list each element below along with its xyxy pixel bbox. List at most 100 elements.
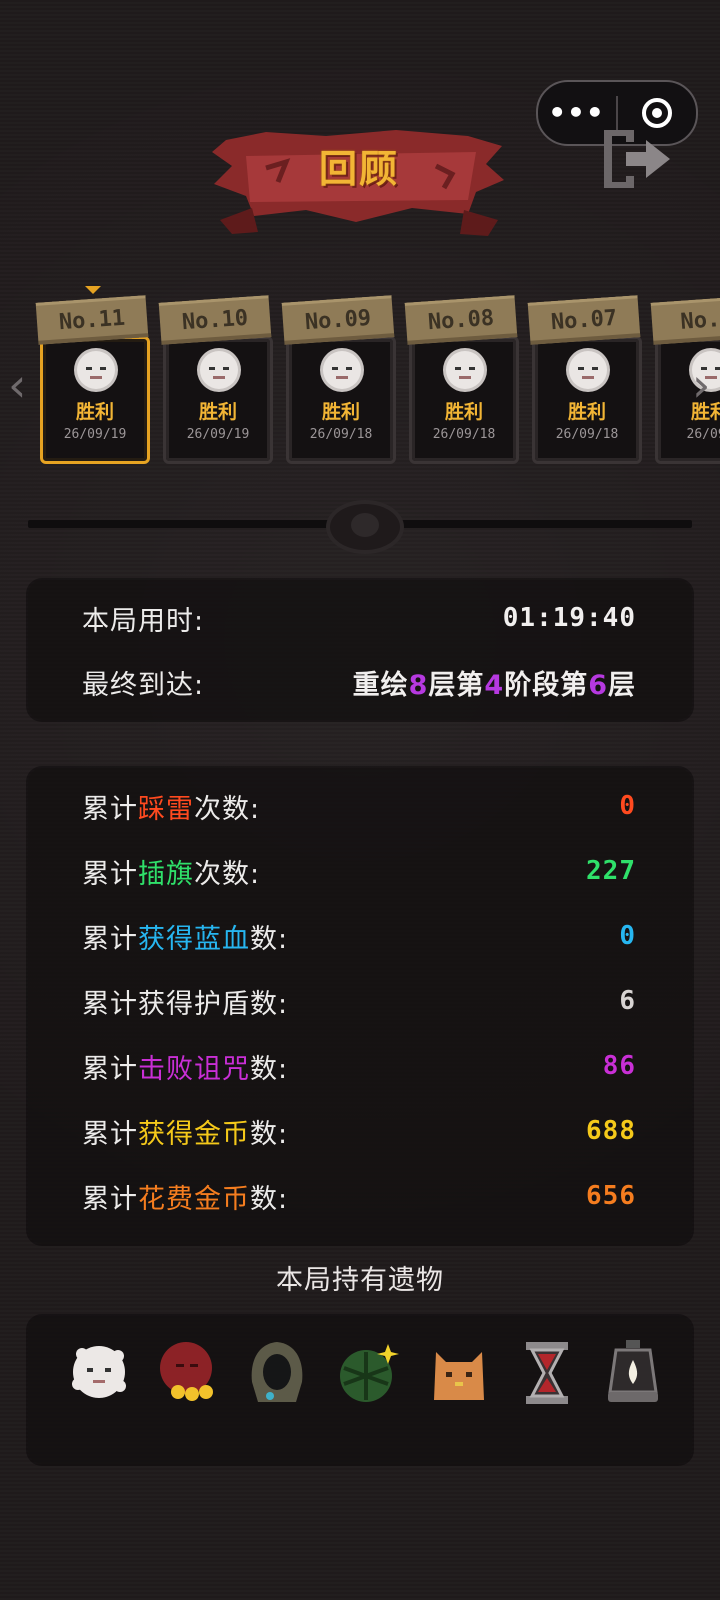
stat-label-suffix: 数: — [250, 1183, 289, 1215]
page-title: 回顾 — [318, 147, 399, 191]
card-date: 26/09/18 — [432, 427, 496, 442]
card-date: 26/09/18 — [555, 427, 619, 442]
stat-value: 656 — [586, 1181, 636, 1211]
history-strip[interactable]: ‹ No.11 胜利 26/09/19 No.10 胜利 26/09/19 No… — [0, 280, 720, 480]
stat-label-prefix: 累计 — [82, 793, 138, 825]
reach-part: 层第 — [428, 669, 485, 701]
stat-label-highlight: 插旗 — [138, 858, 194, 890]
card-result: 胜利 — [444, 401, 483, 423]
time-value: 01:19:40 — [502, 603, 636, 633]
stat-value: 0 — [619, 791, 636, 821]
reach-row: 最终到达: 重绘8层第4阶段第6层 — [82, 662, 636, 702]
card-number: No.07 — [527, 295, 641, 345]
stat-label: 累计获得金币数: — [82, 1112, 288, 1151]
card-result: 胜利 — [567, 401, 606, 423]
card-number: No.11 — [35, 295, 149, 345]
stat-label-highlight: 获得金币 — [138, 1118, 250, 1150]
history-card-10[interactable]: No.10 胜利 26/09/19 — [158, 295, 273, 464]
card-result: 胜利 — [198, 401, 237, 423]
white-spirit-icon[interactable] — [66, 1338, 132, 1408]
white-spirit-icon — [200, 351, 238, 389]
relics-title: 本局持有遗物 — [276, 1265, 444, 1296]
stat-label-suffix: 数: — [250, 1118, 289, 1150]
white-spirit-icon — [446, 351, 484, 389]
stat-value: 6 — [619, 986, 636, 1016]
stat-label-suffix: 次数: — [194, 793, 261, 825]
orange-cat-icon[interactable] — [426, 1338, 492, 1408]
green-shell-icon[interactable] — [336, 1338, 402, 1408]
stat-label-prefix: 累计 — [82, 858, 138, 890]
history-card-08[interactable]: No.08 胜利 26/09/18 — [404, 295, 519, 464]
card-date: 26/09/19 — [63, 427, 127, 442]
history-card-09[interactable]: No.09 胜利 26/09/18 — [281, 295, 396, 464]
stat-row: 累计插旗次数: 227 — [82, 851, 636, 891]
reach-number: 4 — [484, 669, 505, 701]
stat-label-suffix: 次数: — [194, 858, 261, 890]
hooded-cloak-icon[interactable] — [244, 1338, 310, 1408]
white-spirit-icon — [323, 351, 361, 389]
red-coin-blob-icon[interactable] — [156, 1338, 222, 1408]
card-result: 胜利 — [321, 401, 360, 423]
card-date: 26/09/19 — [186, 427, 250, 442]
skull-emblem-icon — [326, 500, 404, 554]
stat-value: 227 — [586, 856, 636, 886]
stat-label: 累计踩雷次数: — [82, 787, 260, 826]
stat-row: 累计击败诅咒数: 86 — [82, 1046, 636, 1086]
stat-label-prefix: 累计 — [82, 1053, 138, 1085]
stat-label-highlight: 获得蓝血 — [138, 923, 250, 955]
reach-label: 最终到达: — [82, 669, 205, 701]
reach-number: 6 — [588, 669, 608, 701]
stat-label-highlight: 击败诅咒 — [138, 1053, 250, 1085]
stat-value: 86 — [602, 1051, 636, 1081]
time-row: 本局用时: 01:19:40 — [82, 598, 636, 638]
stat-label-suffix: 数: — [250, 923, 289, 955]
history-card-11[interactable]: No.11 胜利 26/09/19 — [35, 295, 150, 464]
stat-label-highlight: 踩雷 — [138, 793, 194, 825]
time-label: 本局用时: — [82, 605, 205, 637]
card-date: 26/09/18 — [309, 427, 373, 442]
card-number: No.09 — [281, 295, 395, 345]
stats-panel: 累计踩雷次数: 0 累计插旗次数: 227 累计获得蓝血数: 0 累计获得护盾数: 6 累计击败… — [28, 768, 692, 1244]
stat-row: 累计获得护盾数: 6 — [82, 981, 636, 1021]
reach-part: 重绘 — [352, 669, 409, 701]
card-result: 胜利 — [75, 401, 114, 423]
summary-panel: 本局用时: 01:19:40 最终到达: 重绘8层第4阶段第6层 — [28, 580, 692, 720]
stat-label-highlight: 获得护盾 — [138, 988, 250, 1020]
card-result: 胜利 — [690, 401, 720, 423]
stat-label-prefix: 累计 — [82, 1118, 138, 1150]
reach-part: 阶段第 — [504, 669, 589, 701]
stat-label-prefix: 累计 — [82, 1183, 138, 1215]
history-card-07[interactable]: No.07 胜利 26/09/18 — [527, 295, 642, 464]
stat-row: 累计获得金币数: 688 — [82, 1111, 636, 1151]
stat-label: 累计击败诅咒数: — [82, 1047, 288, 1086]
stat-label: 累计花费金币数: — [82, 1177, 288, 1216]
more-dots-icon: ••• — [548, 96, 606, 129]
stat-label: 累计获得蓝血数: — [82, 917, 288, 956]
stat-label-prefix: 累计 — [82, 923, 138, 955]
stat-label-suffix: 数: — [250, 1053, 289, 1085]
stat-label-highlight: 花费金币 — [138, 1183, 250, 1215]
stat-value: 0 — [619, 921, 636, 951]
lantern-icon[interactable] — [600, 1338, 666, 1408]
card-number: No.0 — [650, 295, 720, 345]
white-spirit-icon — [77, 351, 115, 389]
selected-indicator — [85, 286, 101, 294]
reach-value: 重绘8层第4阶段第6层 — [353, 663, 636, 702]
stat-label: 累计插旗次数: — [82, 852, 260, 891]
stat-label: 累计获得护盾数: — [82, 982, 288, 1021]
card-date: 26/09/ — [686, 427, 720, 442]
card-number: No.10 — [158, 295, 272, 345]
stat-row: 累计获得蓝血数: 0 — [82, 916, 636, 956]
reach-part: 层 — [608, 669, 636, 701]
stat-label-prefix: 累计 — [82, 988, 138, 1020]
chevron-right-icon[interactable]: › — [692, 362, 710, 408]
hourglass-icon[interactable] — [514, 1338, 580, 1408]
reach-number: 8 — [408, 669, 429, 701]
stat-value: 688 — [586, 1116, 636, 1146]
chevron-left-icon[interactable]: ‹ — [8, 362, 26, 408]
card-number: No.08 — [404, 295, 518, 345]
stat-label-suffix: 数: — [250, 988, 289, 1020]
stat-row: 累计花费金币数: 656 — [82, 1176, 636, 1216]
stat-row: 累计踩雷次数: 0 — [82, 786, 636, 826]
exit-door-icon[interactable] — [600, 124, 678, 194]
